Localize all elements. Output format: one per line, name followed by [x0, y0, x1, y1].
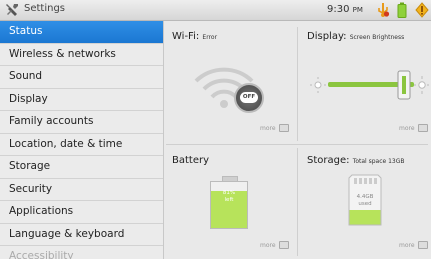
- sidebar-item-label: Wireless & networks: [9, 47, 116, 60]
- sidebar-item-location-date-time[interactable]: Location, date & time: [0, 134, 163, 156]
- settings-sidebar: Status Wireless & networks Sound Display…: [0, 21, 164, 259]
- sidebar-item-accessibility[interactable]: Accessibility: [0, 246, 163, 259]
- storage-used-value: 4.4GB: [356, 194, 374, 200]
- sidebar-item-label: Applications: [9, 205, 74, 217]
- storage-more-link[interactable]: more: [399, 241, 428, 249]
- battery-percent: 81%: [222, 190, 236, 196]
- sidebar-item-label: Storage: [9, 160, 51, 172]
- more-icon: [417, 124, 428, 132]
- sidebar-item-language-keyboard[interactable]: Language & keyboard: [0, 224, 163, 246]
- sidebar-item-label: Accessibility: [9, 250, 74, 259]
- wifi-panel[interactable]: Wi-Fi: Error OFF more: [164, 21, 297, 143]
- wifi-status: Error: [202, 34, 218, 41]
- clock-time: 9:30: [327, 4, 350, 15]
- battery-title: Battery: [172, 155, 210, 166]
- sidebar-item-label: Sound: [9, 70, 43, 82]
- display-title-label: Display:: [307, 31, 347, 42]
- wifi-toggle-label: OFF: [240, 92, 258, 103]
- sidebar-item-security[interactable]: Security: [0, 179, 163, 201]
- settings-app-icon[interactable]: [4, 2, 20, 18]
- storage-title: Storage: Total space 13GB: [307, 155, 405, 166]
- sidebar-item-storage[interactable]: Storage: [0, 156, 163, 179]
- more-icon: [278, 124, 289, 132]
- sidebar-item-label: Family accounts: [9, 115, 94, 127]
- display-title: Display: Screen Brightness: [307, 31, 404, 42]
- sidebar-item-label: Security: [9, 182, 53, 195]
- status-clock: 9:30 PM: [327, 4, 363, 15]
- more-label: more: [399, 124, 415, 132]
- display-more-link[interactable]: more: [399, 124, 428, 132]
- usb-warning-icon[interactable]: [376, 2, 390, 18]
- sd-card-icon: 4.4GB used: [348, 174, 382, 226]
- storage-subtitle: Total space 13GB: [352, 158, 405, 165]
- display-subtitle: Screen Brightness: [349, 34, 405, 41]
- battery-level-graphic: 81% left: [210, 176, 248, 229]
- sidebar-item-applications[interactable]: Applications: [0, 201, 163, 224]
- more-label: more: [260, 124, 276, 132]
- more-label: more: [260, 241, 276, 249]
- battery-more-link[interactable]: more: [260, 241, 289, 249]
- sidebar-item-label: Display: [9, 92, 48, 105]
- sidebar-item-label: Language & keyboard: [9, 227, 125, 240]
- sidebar-item-label: Location, date & time: [9, 137, 123, 150]
- wifi-title-label: Wi-Fi:: [172, 31, 200, 42]
- more-icon: [278, 241, 289, 249]
- panel-divider-horizontal: [166, 144, 428, 145]
- wifi-toggle-button[interactable]: OFF: [234, 83, 264, 113]
- status-bar: Settings 9:30 PM: [0, 0, 431, 21]
- clock-ampm: PM: [352, 6, 363, 14]
- more-label: more: [399, 241, 415, 249]
- app-title: Settings: [24, 3, 66, 14]
- storage-used-caption: used: [358, 201, 372, 207]
- battery-caption: left: [224, 197, 234, 203]
- sidebar-item-status[interactable]: Status: [0, 21, 163, 44]
- sidebar-item-family-accounts[interactable]: Family accounts: [0, 111, 163, 134]
- more-icon: [417, 241, 428, 249]
- battery-icon: [397, 2, 407, 18]
- wifi-more-link[interactable]: more: [260, 124, 289, 132]
- brightness-slider[interactable]: [306, 67, 430, 103]
- notification-icon[interactable]: [415, 2, 429, 18]
- battery-panel[interactable]: Battery 81% left more: [164, 146, 297, 259]
- sidebar-item-display[interactable]: Display: [0, 89, 163, 111]
- wifi-title: Wi-Fi: Error: [172, 31, 217, 42]
- display-panel[interactable]: Display: Screen Brightness more: [298, 21, 431, 143]
- storage-panel[interactable]: Storage: Total space 13GB 4.4GB used mor…: [298, 146, 431, 259]
- storage-title-label: Storage:: [307, 155, 350, 166]
- sidebar-item-wireless-networks[interactable]: Wireless & networks: [0, 44, 163, 66]
- sidebar-item-label: Status: [9, 25, 43, 37]
- sidebar-item-sound[interactable]: Sound: [0, 66, 163, 89]
